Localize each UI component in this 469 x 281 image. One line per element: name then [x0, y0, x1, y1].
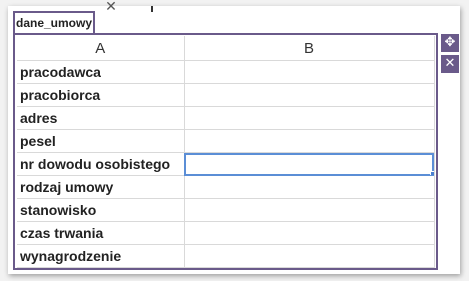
table-row: pracodawca [17, 60, 435, 84]
table-row: pracobiorca [17, 83, 435, 107]
cell-a[interactable]: czas trwania [17, 221, 185, 245]
selected-cell[interactable] [184, 152, 435, 176]
table-row: rodzaj umowy [17, 175, 435, 199]
cell-a[interactable]: nr dowodu osobistego [17, 152, 185, 176]
top-close-icon[interactable]: ✕ [104, 0, 118, 14]
sheet-frame: A B pracodawca pracobiorca adres pesel nr do… [13, 33, 438, 270]
column-header-a[interactable]: A [17, 36, 185, 61]
cell-b[interactable] [184, 60, 435, 84]
sheet-tab-label: dane_umowy [15, 16, 93, 30]
cell-a[interactable]: pesel [17, 129, 185, 153]
cell-b[interactable] [184, 244, 435, 268]
cell-a[interactable]: wynagrodzenie [17, 244, 185, 268]
cell-b[interactable] [184, 106, 435, 130]
table-row: pesel [17, 129, 435, 153]
table-row: nr dowodu osobistego [17, 152, 435, 176]
spreadsheet-grid: A B pracodawca pracobiorca adres pesel nr do… [17, 36, 435, 268]
cell-b[interactable] [184, 175, 435, 199]
table-row: czas trwania [17, 221, 435, 245]
cell-a[interactable]: rodzaj umowy [17, 175, 185, 199]
sheet-tab[interactable]: dane_umowy [13, 11, 95, 33]
canvas: ✕ dane_umowy A B pracodawca pracobiorca ad… [0, 0, 469, 281]
cell-b[interactable] [184, 83, 435, 107]
cell-b[interactable] [184, 221, 435, 245]
top-divider [151, 6, 153, 12]
cell-a[interactable]: pracodawca [17, 60, 185, 84]
cell-b[interactable] [184, 129, 435, 153]
cell-a[interactable]: pracobiorca [17, 83, 185, 107]
table-row: stanowisko [17, 198, 435, 222]
fill-handle[interactable] [429, 171, 433, 175]
column-header-b[interactable]: B [184, 36, 435, 61]
close-icon[interactable]: ✕ [441, 55, 459, 73]
table-row: adres [17, 106, 435, 130]
move-arrows-icon[interactable]: ✥ [441, 34, 459, 52]
column-header-row: A B [17, 36, 435, 61]
cell-a[interactable]: adres [17, 106, 185, 130]
cell-b[interactable] [184, 198, 435, 222]
table-row: wynagrodzenie [17, 244, 435, 268]
cell-a[interactable]: stanowisko [17, 198, 185, 222]
